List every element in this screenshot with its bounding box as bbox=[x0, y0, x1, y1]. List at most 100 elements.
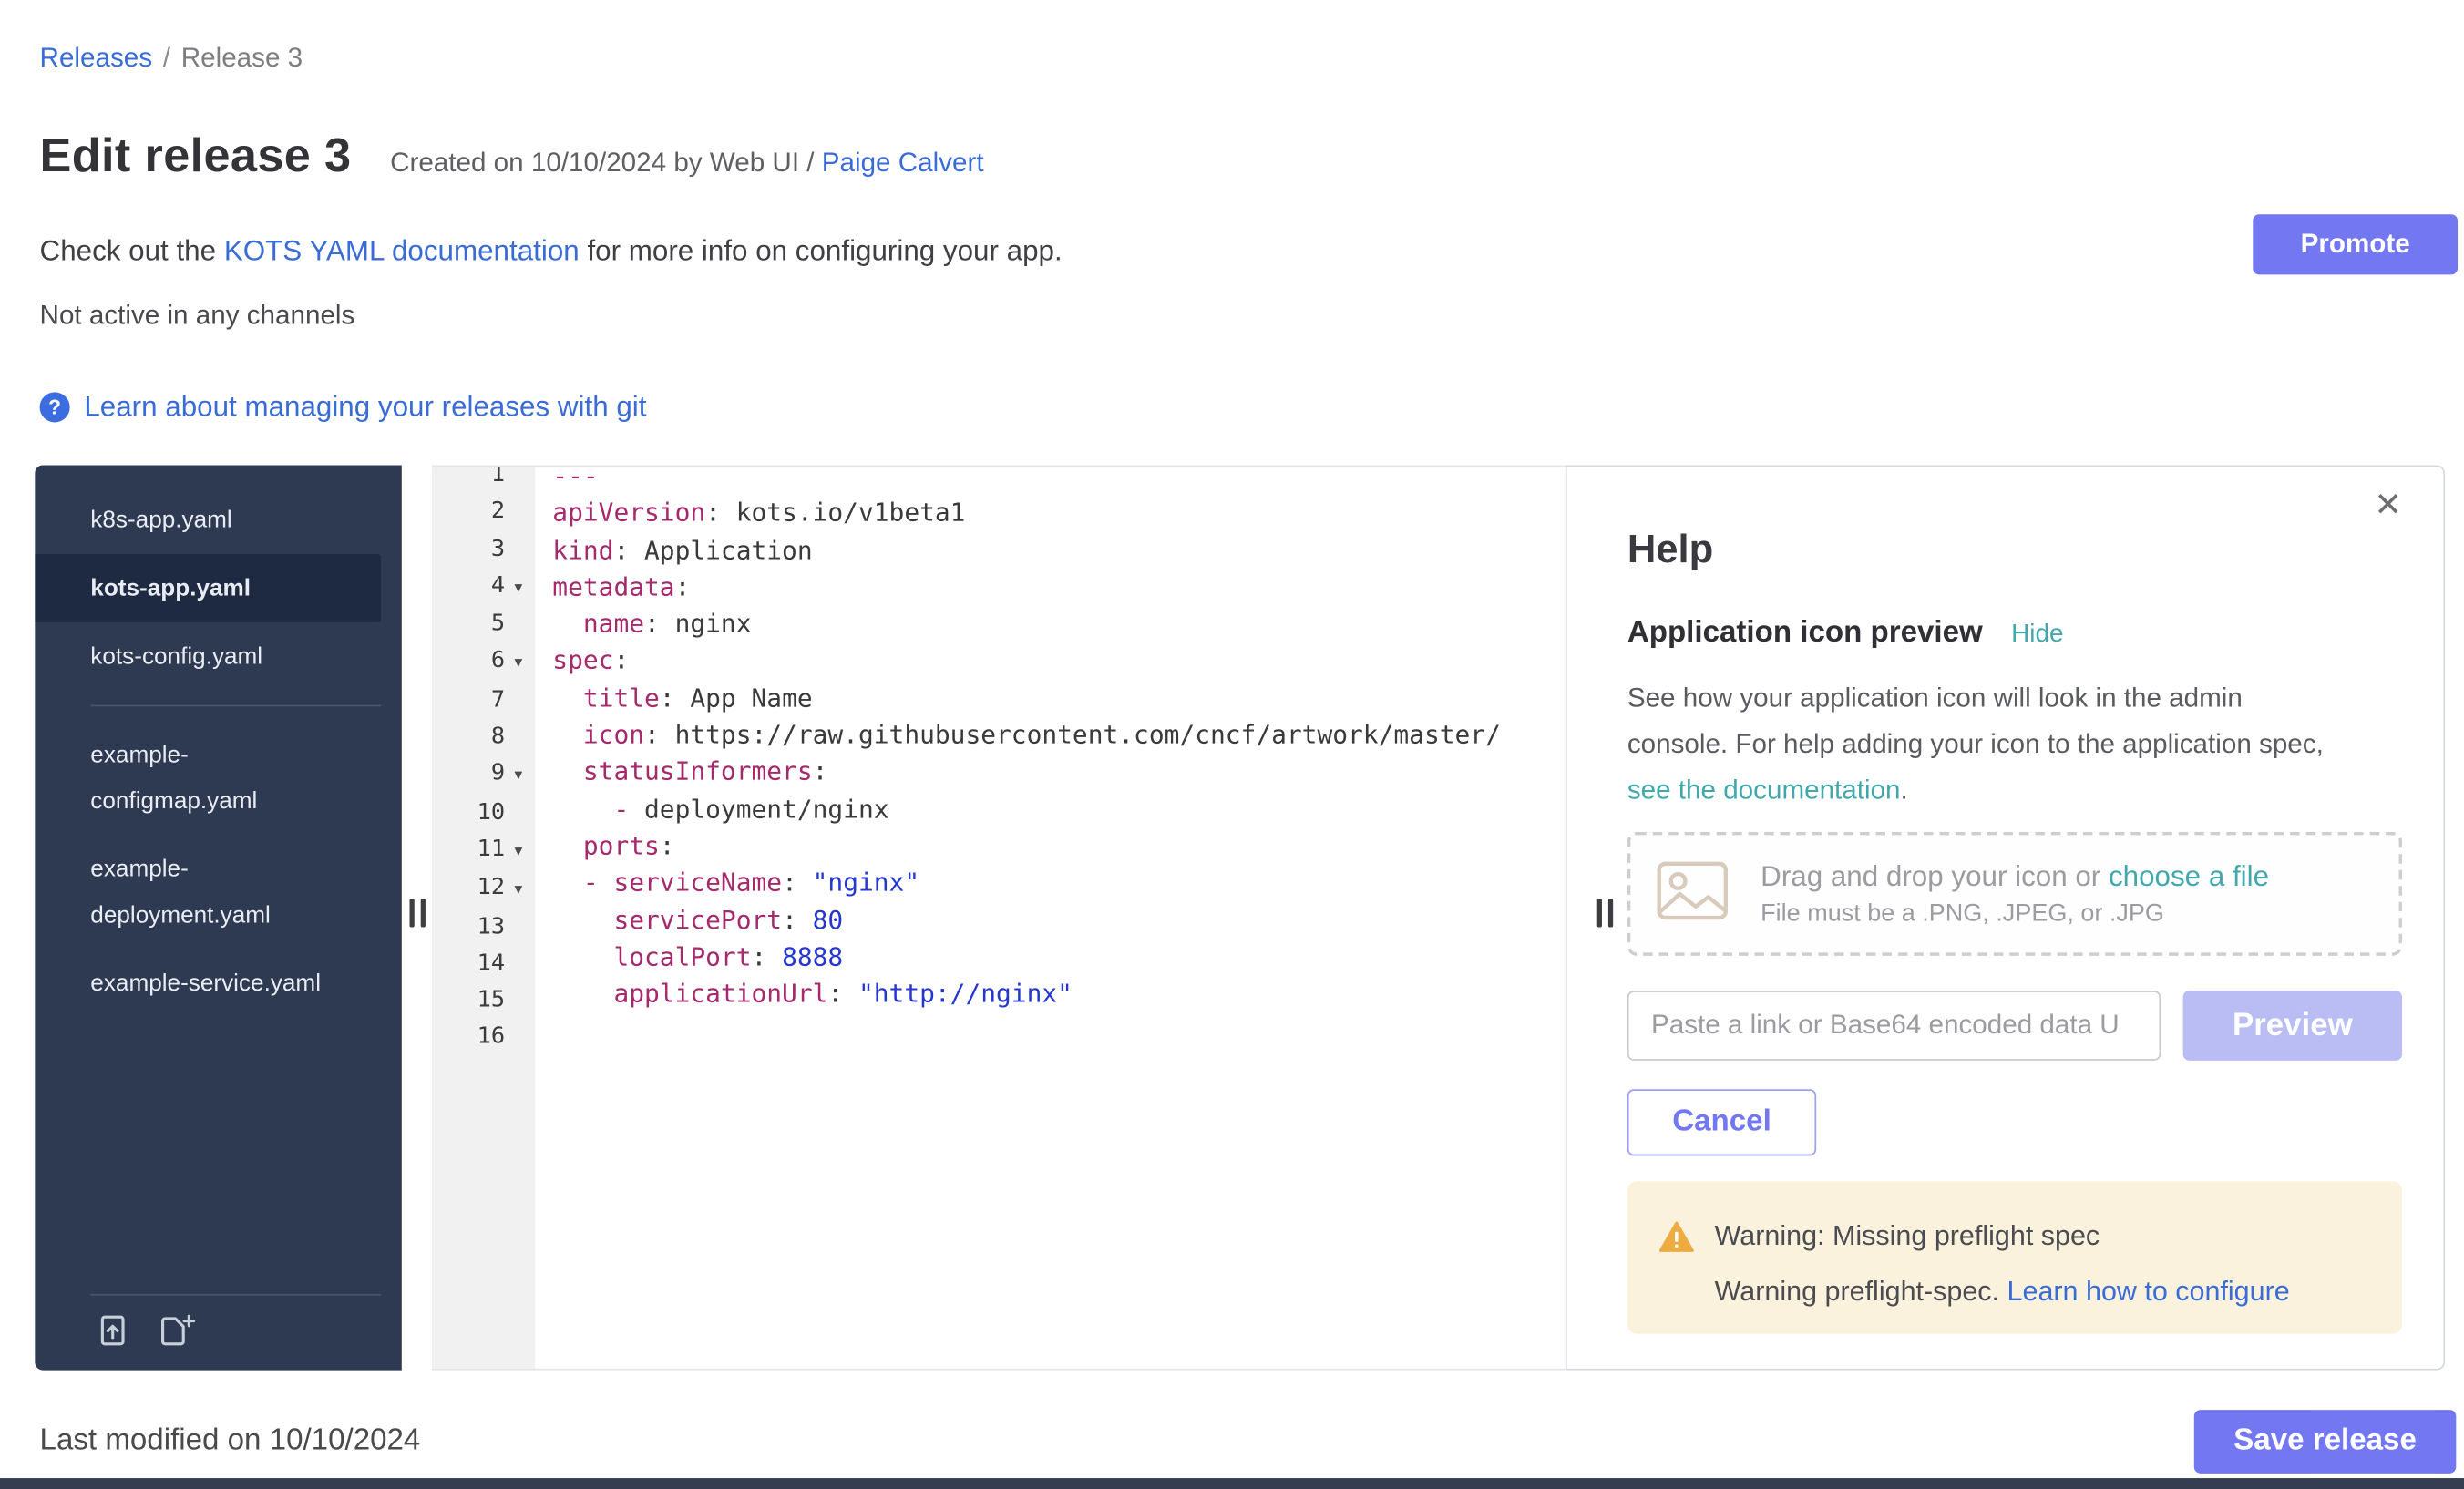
code-line: spec: bbox=[552, 642, 1566, 680]
git-releases-link[interactable]: Learn about managing your releases with … bbox=[84, 391, 646, 425]
editor-code-area[interactable]: ---apiVersion: kots.io/v1beta1kind: Appl… bbox=[535, 467, 1566, 1369]
page-title: Edit release 3 bbox=[40, 130, 352, 182]
code-line: - deployment/nginx bbox=[552, 790, 1566, 827]
icon-dropzone[interactable]: Drag and drop your icon or choose a file… bbox=[1627, 832, 2402, 956]
dropzone-text: Drag and drop your icon or choose a file… bbox=[1761, 859, 2269, 928]
code-line: title: App Name bbox=[552, 679, 1566, 716]
gutter-line: 10 bbox=[432, 795, 535, 832]
fold-toggle-icon[interactable]: ▾ bbox=[505, 645, 532, 683]
warning-title-row: Warning: Missing preflight spec bbox=[1659, 1219, 2374, 1253]
image-placeholder-icon bbox=[1656, 859, 1729, 928]
fold-toggle-icon[interactable]: ▾ bbox=[505, 570, 532, 607]
help-panel-title: Help bbox=[1627, 527, 1713, 573]
breadcrumb-current: Release 3 bbox=[181, 43, 303, 73]
file-list: k8s-app.yamlkots-app.yamlkots-config.yam… bbox=[35, 486, 401, 1018]
line-number: 10 bbox=[432, 795, 505, 832]
breadcrumb: Releases / Release 3 bbox=[40, 43, 303, 75]
yaml-editor: 1234▾56▾789▾1011▾12▾13141516 ---apiVersi… bbox=[432, 465, 1566, 1370]
line-number: 2 bbox=[432, 494, 505, 531]
warning-detail: Warning preflight-spec. bbox=[1715, 1275, 1999, 1307]
dropzone-line-1: Drag and drop your icon or choose a file bbox=[1761, 859, 2269, 893]
upload-file-icon[interactable] bbox=[94, 1311, 132, 1350]
gutter-line: 2 bbox=[432, 494, 535, 531]
line-number: 4 bbox=[432, 569, 505, 606]
cancel-button[interactable]: Cancel bbox=[1627, 1089, 1816, 1155]
line-number: 3 bbox=[432, 531, 505, 569]
question-icon[interactable]: ? bbox=[40, 392, 70, 422]
gutter-line: 13 bbox=[432, 909, 535, 947]
channel-status: Not active in any channels bbox=[40, 300, 355, 332]
promote-button[interactable]: Promote bbox=[2253, 214, 2458, 274]
warning-triangle-icon bbox=[1659, 1220, 1694, 1252]
sidebar-divider bbox=[90, 705, 381, 707]
git-help-row: ? Learn about managing your releases wit… bbox=[40, 391, 647, 425]
sidebar-actions bbox=[35, 1296, 401, 1371]
code-line: servicePort: 80 bbox=[552, 901, 1566, 939]
doc-hint-line: Check out the KOTS YAML documentation fo… bbox=[40, 235, 1063, 269]
code-line: applicationUrl: "http://nginx" bbox=[552, 975, 1566, 1012]
icon-preview-title: Application icon preview bbox=[1627, 616, 1983, 651]
description-line-2: console. For help adding your icon to th… bbox=[1627, 721, 2324, 767]
sidebar-item-example-configmap-yaml[interactable]: example-configmap.yaml bbox=[35, 721, 401, 835]
gutter-line: 14 bbox=[432, 946, 535, 983]
description-line-3: see the documentation. bbox=[1627, 767, 2324, 814]
line-number: 1 bbox=[432, 467, 505, 494]
editor-panels: k8s-app.yamlkots-app.yamlkots-config.yam… bbox=[35, 465, 2445, 1370]
see-documentation-link[interactable]: see the documentation bbox=[1627, 775, 1901, 805]
created-author-link[interactable]: Paige Calvert bbox=[822, 148, 984, 178]
warning-detail-row: Warning preflight-spec. Learn how to con… bbox=[1659, 1275, 2374, 1309]
gutter-line: 12▾ bbox=[432, 870, 535, 909]
gutter-line: 5 bbox=[432, 607, 535, 644]
fold-toggle-icon[interactable]: ▾ bbox=[505, 758, 532, 796]
code-line: ports: bbox=[552, 827, 1566, 865]
help-panel: ✕ Help Application icon preview Hide See… bbox=[1566, 465, 2445, 1370]
warning-box: Warning: Missing preflight spec Warning … bbox=[1627, 1181, 2402, 1333]
dropzone-file-types: File must be a .PNG, .JPEG, or .JPG bbox=[1761, 899, 2269, 928]
close-icon[interactable]: ✕ bbox=[2374, 489, 2402, 523]
sidebar-item-example-deployment-yaml[interactable]: example-deployment.yaml bbox=[35, 835, 401, 949]
code-line: localPort: 8888 bbox=[552, 938, 1566, 975]
code-line: name: nginx bbox=[552, 605, 1566, 642]
learn-configure-link[interactable]: Learn how to configure bbox=[2007, 1275, 2290, 1307]
last-modified-text: Last modified on 10/10/2024 bbox=[40, 1424, 421, 1459]
line-number: 9 bbox=[432, 756, 505, 794]
kots-yaml-doc-link[interactable]: KOTS YAML documentation bbox=[224, 235, 580, 267]
created-info: Created on 10/10/2024 by Web UI / Paige … bbox=[390, 148, 984, 178]
hide-link[interactable]: Hide bbox=[2011, 621, 2063, 649]
line-number: 7 bbox=[432, 683, 505, 720]
breadcrumb-separator: / bbox=[163, 43, 170, 73]
edit-release-page: Releases / Release 3 Edit release 3 Crea… bbox=[0, 0, 2464, 1489]
code-line: - serviceName: "nginx" bbox=[552, 864, 1566, 901]
sidebar-item-example-service-yaml[interactable]: example-service.yaml bbox=[35, 950, 401, 1018]
doc-hint-before: Check out the bbox=[40, 235, 217, 267]
choose-file-link[interactable]: choose a file bbox=[2109, 859, 2269, 891]
gutter-line: 15 bbox=[432, 983, 535, 1021]
code-line: apiVersion: kots.io/v1beta1 bbox=[552, 494, 1566, 531]
sidebar-item-kots-config-yaml[interactable]: kots-config.yaml bbox=[35, 622, 401, 691]
save-release-button[interactable]: Save release bbox=[2194, 1410, 2456, 1474]
icon-url-input[interactable] bbox=[1627, 991, 2161, 1061]
gutter-line: 8 bbox=[432, 719, 535, 756]
description-line-1: See how your application icon will look … bbox=[1627, 674, 2324, 721]
code-line: icon: https://raw.githubusercontent.com/… bbox=[552, 716, 1566, 754]
doc-hint-after: for more info on configuring your app. bbox=[587, 235, 1062, 267]
gutter-line: 7 bbox=[432, 683, 535, 720]
line-number: 12 bbox=[432, 870, 505, 908]
fold-toggle-icon[interactable]: ▾ bbox=[505, 834, 532, 871]
sidebar-item-k8s-app-yaml[interactable]: k8s-app.yaml bbox=[35, 486, 401, 554]
line-number: 5 bbox=[432, 607, 505, 644]
breadcrumb-releases-link[interactable]: Releases bbox=[40, 43, 152, 73]
dropzone-prompt: Drag and drop your icon or bbox=[1761, 859, 2100, 891]
preview-button[interactable]: Preview bbox=[2183, 991, 2402, 1061]
code-line: metadata: bbox=[552, 569, 1566, 606]
fold-toggle-icon[interactable]: ▾ bbox=[505, 872, 532, 909]
line-number: 8 bbox=[432, 719, 505, 756]
line-number: 6 bbox=[432, 643, 505, 681]
sidebar-bottom bbox=[35, 1294, 401, 1371]
pane-resize-handle-right[interactable] bbox=[1597, 899, 1613, 927]
add-file-icon[interactable] bbox=[156, 1311, 197, 1350]
pane-resize-handle-left[interactable] bbox=[410, 899, 426, 927]
code-line: statusInformers: bbox=[552, 753, 1566, 790]
sidebar-item-kots-app-yaml[interactable]: kots-app.yaml bbox=[35, 554, 381, 622]
editor-code: ---apiVersion: kots.io/v1beta1kind: Appl… bbox=[552, 467, 1566, 1049]
